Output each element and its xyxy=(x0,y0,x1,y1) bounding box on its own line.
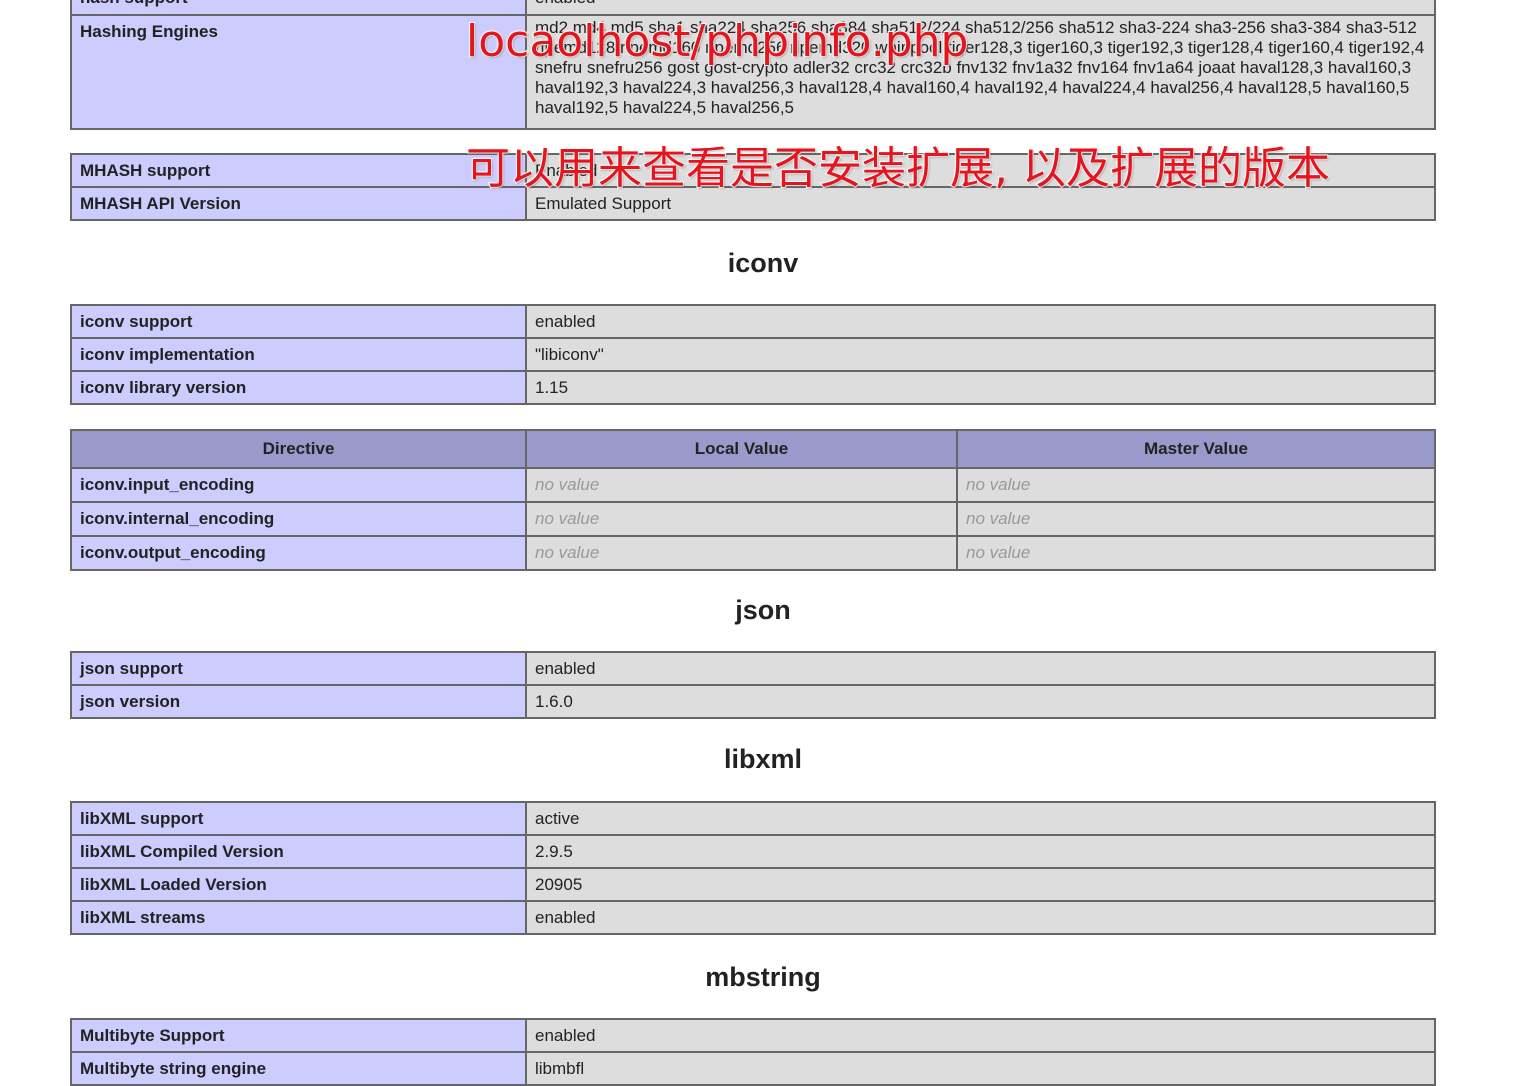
iconv-table: iconv support enabled iconv implementati… xyxy=(70,304,1436,405)
row-name: MHASH support xyxy=(70,153,527,188)
table-row: libXML Loaded Version 20905 xyxy=(70,867,1436,902)
row-value: enabled xyxy=(525,304,1436,339)
row-value: enabled xyxy=(525,0,1436,16)
column-header: Directive xyxy=(70,429,527,469)
table-row: json support enabled xyxy=(70,651,1436,686)
table-row: iconv library version 1.15 xyxy=(70,370,1436,405)
table-row: Multibyte Support enabled xyxy=(70,1018,1436,1053)
row-name: Hashing Engines xyxy=(70,14,527,130)
row-name: iconv implementation xyxy=(70,337,527,372)
url-caption: locaolhost/phpinfo.php xyxy=(465,15,969,68)
row-value: 2.9.5 xyxy=(525,834,1436,869)
row-name: Multibyte Support xyxy=(70,1018,527,1053)
section-title-iconv: iconv xyxy=(727,248,799,278)
table-row: json version 1.6.0 xyxy=(70,684,1436,719)
table-header-row: Directive Local Value Master Value xyxy=(70,429,1436,469)
row-name: hash support xyxy=(70,0,527,16)
row-value: 20905 xyxy=(525,867,1436,902)
table-row: iconv implementation "libiconv" xyxy=(70,337,1436,372)
row-value: enabled xyxy=(525,651,1436,686)
table-row: iconv support enabled xyxy=(70,304,1436,339)
row-value: enabled xyxy=(525,1018,1436,1053)
row-name: libXML Loaded Version xyxy=(70,867,527,902)
row-name: libXML Compiled Version xyxy=(70,834,527,869)
section-title-json: json xyxy=(735,595,791,625)
row-value: libmbfl xyxy=(525,1051,1436,1086)
directive-name: iconv.internal_encoding xyxy=(70,501,527,537)
column-header: Master Value xyxy=(956,429,1436,469)
row-name: Multibyte string engine xyxy=(70,1051,527,1086)
table-row: Multibyte string engine libmbfl xyxy=(70,1051,1436,1086)
master-value: no value xyxy=(956,501,1436,537)
local-value: no value xyxy=(525,501,958,537)
row-name: libXML streams xyxy=(70,900,527,935)
row-value: 1.6.0 xyxy=(525,684,1436,719)
row-name: iconv library version xyxy=(70,370,527,405)
table-row: libXML support active xyxy=(70,801,1436,836)
table-row: libXML Compiled Version 2.9.5 xyxy=(70,834,1436,869)
table-row: iconv.internal_encoding no value no valu… xyxy=(70,501,1436,537)
iconv-directives-table: Directive Local Value Master Value iconv… xyxy=(70,429,1436,571)
section-title-mbstring: mbstring xyxy=(705,962,821,992)
table-row: libXML streams enabled xyxy=(70,900,1436,935)
table-row: iconv.input_encoding no value no value xyxy=(70,467,1436,503)
row-name: libXML support xyxy=(70,801,527,836)
row-value: active xyxy=(525,801,1436,836)
table-row: iconv.output_encoding no value no value xyxy=(70,535,1436,571)
section-title-libxml: libxml xyxy=(723,744,803,774)
libxml-table: libXML support active libXML Compiled Ve… xyxy=(70,801,1436,935)
column-header: Local Value xyxy=(525,429,958,469)
local-value: no value xyxy=(525,535,958,571)
row-name: json version xyxy=(70,684,527,719)
local-value: no value xyxy=(525,467,958,503)
table-row: hash support enabled xyxy=(70,0,1436,16)
directive-name: iconv.output_encoding xyxy=(70,535,527,571)
mbstring-table: Multibyte Support enabled Multibyte stri… xyxy=(70,1018,1436,1086)
master-value: no value xyxy=(956,535,1436,571)
master-value: no value xyxy=(956,467,1436,503)
directive-name: iconv.input_encoding xyxy=(70,467,527,503)
row-name: json support xyxy=(70,651,527,686)
row-value: 1.15 xyxy=(525,370,1436,405)
row-value: enabled xyxy=(525,900,1436,935)
row-name: iconv support xyxy=(70,304,527,339)
note-caption: 可以用来查看是否安装扩展, 以及扩展的版本 xyxy=(465,142,1331,195)
row-value: "libiconv" xyxy=(525,337,1436,372)
json-table: json support enabled json version 1.6.0 xyxy=(70,651,1436,719)
row-name: MHASH API Version xyxy=(70,186,527,221)
